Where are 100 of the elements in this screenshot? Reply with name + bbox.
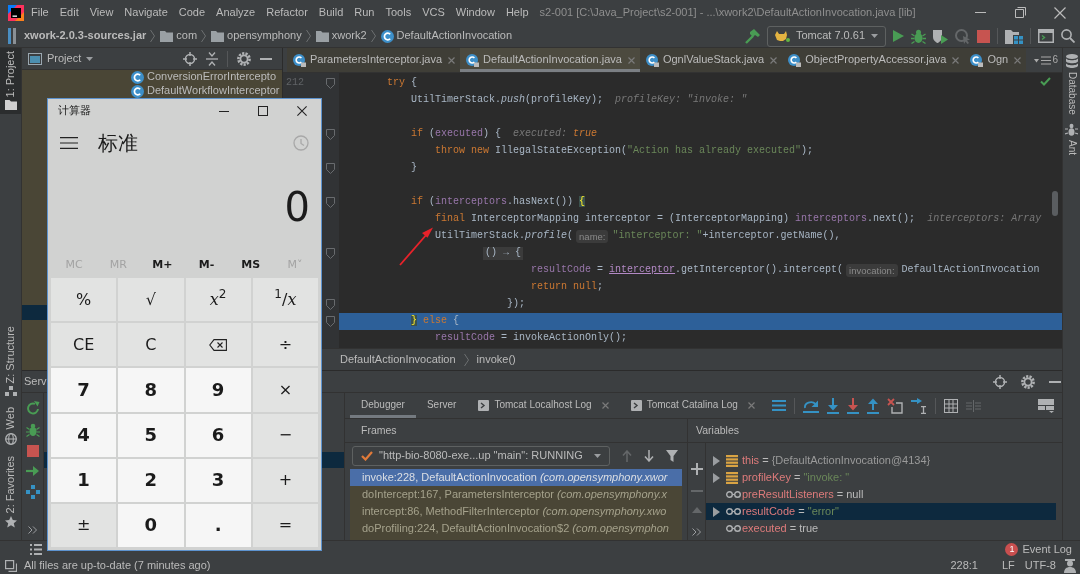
menu-item[interactable]: Run [354,5,375,20]
expand-arrow-icon[interactable] [713,506,720,517]
breadcrumb-item[interactable]: DefaultActionInvocation [340,352,456,367]
fold-marker-icon[interactable] [326,129,335,140]
breadcrumb-item[interactable]: xwork-2.0.3-sources.jar [24,29,147,43]
variable-item[interactable]: resultCode = "error" [706,503,1056,520]
debugger-tab[interactable]: Debugger [350,393,416,418]
calculator-key[interactable]: × [252,368,318,412]
filter-icon[interactable] [666,450,678,462]
variable-item[interactable]: this = {DefaultActionInvocation@4134} [706,452,1056,469]
thread-dropdown[interactable]: "http-bio-8080-exe...up "main": RUNNING [352,446,610,466]
settings-icon[interactable] [1021,374,1035,389]
menu-icon[interactable] [60,137,78,149]
calculator-key[interactable]: % [51,278,117,322]
tree-item[interactable]: DefaultWorkflowInterceptor [22,84,282,98]
run-configuration-dropdown[interactable]: Tomcat 7.0.61 [766,25,886,47]
cursor-position[interactable]: 228:1 [950,559,978,573]
menu-item[interactable]: VCS [422,5,445,20]
calculator-key[interactable]: + [252,458,318,502]
arrow-text-cursor-icon[interactable] [910,397,927,414]
cross-frame-icon[interactable] [886,397,903,414]
tool-window-tab[interactable]: Database [1065,54,1078,115]
frame-item[interactable]: intercept:86, MethodFilterInterceptor (com.opensymphony.xwo [350,503,682,520]
arrow-down-bar-icon[interactable] [826,397,839,414]
memory-button[interactable]: M+ [140,251,185,278]
stop-icon[interactable] [26,445,39,457]
calculator-key[interactable]: CE [51,323,117,367]
calculator-key[interactable]: 4 [51,413,117,457]
menu-item[interactable]: Window [455,5,495,20]
debugger-tab[interactable]: Server [415,393,468,418]
calculator-key[interactable]: ÷ [252,323,318,367]
menu-item[interactable]: Refactor [266,5,308,20]
tool-window-tab[interactable]: Web [0,404,21,449]
arrow-down-icon[interactable] [644,450,654,462]
breadcrumb-item[interactable]: xwork2 [331,29,367,43]
memory-button[interactable]: MS [228,251,273,278]
menu-item[interactable]: Code [178,5,206,20]
calculator-key[interactable]: 8 [118,368,184,412]
frame-item[interactable]: doIntercept:167, ParametersInterceptor (com.opensymphony.x [350,486,682,503]
frame-item[interactable]: invoke:228, DefaultActionInvocation (com.opensymphony.xwor [350,469,682,486]
diamond-icon[interactable] [25,485,40,499]
search-icon[interactable] [1061,29,1075,43]
calculator-key[interactable]: ± [51,503,117,547]
breadcrumb-item[interactable]: com [176,29,198,43]
calculator-key[interactable]: = [252,503,318,547]
expand-arrow-icon[interactable] [713,472,720,483]
curved-arrow-icon[interactable] [802,398,819,413]
tree-item[interactable]: ConversionErrorIntercepto [22,70,282,84]
plus-icon[interactable] [690,463,703,475]
folder-grid-icon[interactable] [1005,28,1023,44]
tab-overflow-button[interactable]: 6 [1034,48,1062,72]
calculator-key[interactable]: − [252,413,318,457]
grid-icon[interactable] [943,398,958,413]
editor-tab[interactable]: ObjectPropertyAccessor.java [782,48,965,72]
folded-code[interactable]: () → { [483,247,524,260]
debugger-tab[interactable]: Tomcat Catalina Log [619,393,766,418]
arrow-icon[interactable] [25,465,40,477]
minimize-icon[interactable] [260,57,272,60]
editor-tab[interactable]: DefaultActionInvocation.java [460,48,640,72]
calculator-key[interactable]: 6 [185,413,251,457]
menu-item[interactable]: File [31,5,49,20]
fold-marker-icon[interactable] [326,78,335,89]
frame-item[interactable]: doProfiling:224, DefaultActionInvocation$2 (com.opensymphon [350,520,682,537]
squares-icon[interactable] [5,560,17,572]
calculator-key[interactable]: $^{1}$/x [252,278,318,322]
fold-marker-icon[interactable] [326,197,335,208]
fold-marker-icon[interactable] [326,163,335,174]
calculator-key[interactable]: . [185,503,251,547]
variable-item[interactable]: profileKey = "invoke: " [706,469,1056,486]
calculator-key[interactable]: 1 [51,458,117,502]
calculator-key[interactable]: C [118,323,184,367]
editor-tab[interactable]: Ogn [964,48,1027,72]
calculator-key[interactable]: 7 [51,368,117,412]
calculator-key[interactable]: 0 [118,503,184,547]
bug-icon[interactable] [911,28,926,44]
shield-play-icon[interactable] [933,28,948,44]
play-icon[interactable] [893,30,904,42]
calculator-key[interactable]: 5 [118,413,184,457]
close-icon[interactable] [296,106,307,116]
crosshair-icon[interactable] [993,374,1007,389]
memory-button[interactable]: M- [184,251,229,278]
menu-item[interactable]: Navigate [124,5,168,20]
arrow-down-bar-icon[interactable] [846,397,859,414]
tool-window-tab[interactable]: Ant [1065,122,1078,155]
breadcrumb-item[interactable]: DefaultActionInvocation [396,29,513,43]
calculator-key[interactable]: x$^{2}$ [185,278,251,322]
calculator-key[interactable]: 9 [185,368,251,412]
calculator-key[interactable] [185,323,251,367]
app-logo-icon[interactable] [8,4,24,21]
line-separator[interactable]: LF [1002,559,1015,573]
menu-item[interactable]: Help [505,5,529,20]
calculator-key[interactable]: 3 [185,458,251,502]
crosshair-icon[interactable] [183,51,197,66]
editor-tab[interactable]: ParametersInterceptor.java [287,48,461,72]
panel-title[interactable]: Project [47,51,82,66]
stop-icon[interactable] [977,29,990,43]
minimize-icon[interactable] [218,110,229,112]
person-icon[interactable] [1064,559,1076,573]
variable-item[interactable]: preResultListeners = null [706,486,1056,503]
fold-marker-icon[interactable] [326,316,335,327]
